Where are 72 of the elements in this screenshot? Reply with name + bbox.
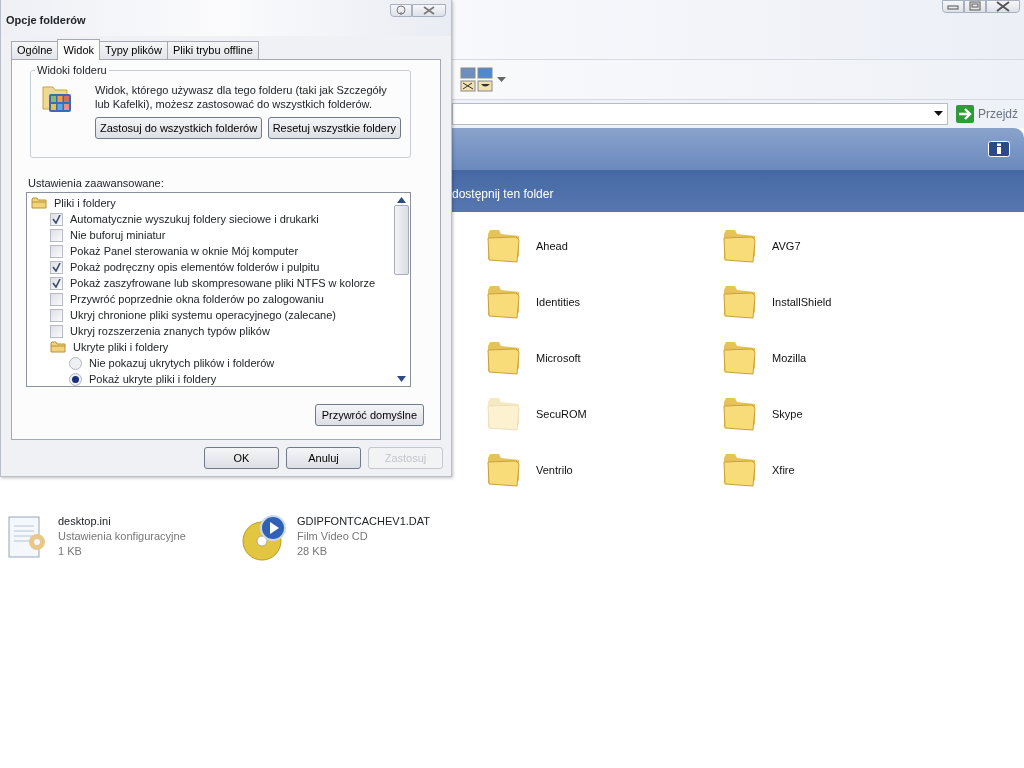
folder-name[interactable]: Ahead bbox=[536, 237, 568, 255]
scroll-thumb[interactable] bbox=[394, 205, 409, 275]
arrow-icon bbox=[956, 105, 974, 123]
help-button[interactable] bbox=[390, 4, 412, 17]
tree-label: Pliki i foldery bbox=[54, 195, 116, 211]
push-button[interactable]: Resetuj wszystkie foldery bbox=[267, 117, 402, 139]
folder-icon bbox=[50, 340, 66, 354]
folder-name[interactable]: Xfire bbox=[772, 461, 795, 479]
file-name[interactable]: desktop.ini bbox=[58, 514, 186, 529]
folder-name[interactable]: Mozilla bbox=[772, 349, 807, 367]
checkbox[interactable] bbox=[50, 324, 63, 338]
push-button[interactable]: Zastosuj do wszystkich folderów bbox=[95, 117, 263, 139]
radio-button[interactable] bbox=[69, 356, 82, 370]
file-type: Film Video CD bbox=[297, 529, 369, 544]
task-link[interactable]: dostępnij ten folder bbox=[452, 185, 554, 203]
option-label[interactable]: Pokaż ukryte pliki i foldery bbox=[89, 370, 217, 386]
option-label[interactable]: Pokaż Panel sterowania w oknie Mój komputer bbox=[70, 242, 299, 260]
caret-icon[interactable] bbox=[934, 111, 943, 117]
folder-name[interactable]: InstallShield bbox=[772, 293, 832, 311]
checkbox[interactable] bbox=[50, 244, 63, 258]
option-label[interactable]: Nie pokazuj ukrytych plików i folderów bbox=[89, 354, 275, 372]
go-button[interactable]: Przejdź bbox=[956, 105, 1018, 123]
folder-views-icon bbox=[41, 83, 73, 115]
dialog-button[interactable]: Anuluj bbox=[286, 447, 361, 469]
close-button[interactable] bbox=[412, 4, 446, 17]
tab[interactable]: Widok bbox=[57, 39, 101, 60]
radio-button[interactable] bbox=[69, 372, 82, 386]
option-label[interactable]: Pokaż podręczny opis elementów folderów i pulpitu bbox=[70, 258, 320, 276]
tab[interactable]: Pliki trybu offline bbox=[166, 41, 259, 59]
option-label[interactable]: Nie buforuj miniatur bbox=[70, 226, 166, 244]
scroll-down-icon[interactable] bbox=[397, 376, 406, 382]
file-name[interactable]: GDIPFONTCACHEV1.DAT bbox=[297, 514, 431, 529]
group-title: Widoki folderu bbox=[35, 64, 109, 77]
file-type: Ustawienia konfiguracyjne bbox=[58, 529, 186, 544]
address-field[interactable] bbox=[452, 103, 948, 125]
dialog-title: Opcje folderów bbox=[6, 13, 86, 28]
option-label[interactable]: Ukryj rozszerzenia znanych typów plików bbox=[70, 322, 270, 340]
group-description: Widok, którego używasz dla tego folderu (taki jak Szczegóły lub Kafelki), możesz zastosować do wszystkich folderów. bbox=[95, 83, 388, 111]
check-icon bbox=[52, 214, 61, 224]
file-size: 28 KB bbox=[297, 544, 328, 559]
folder-name[interactable]: AVG7 bbox=[772, 237, 801, 255]
folder-name[interactable]: Skype bbox=[772, 405, 803, 423]
checkbox[interactable] bbox=[50, 292, 63, 306]
close-button[interactable] bbox=[986, 0, 1020, 13]
views-icon[interactable] bbox=[460, 66, 494, 93]
folder-name[interactable]: SecuROM bbox=[536, 405, 587, 423]
section-label: Ustawienia zaawansowane: bbox=[28, 177, 165, 190]
tree-label: Ukryte pliki i foldery bbox=[73, 339, 169, 355]
folder-name[interactable]: Microsoft bbox=[536, 349, 581, 367]
option-label[interactable]: Przywróć poprzednie okna folderów po zalogowaniu bbox=[70, 290, 324, 308]
tab[interactable]: Ogólne bbox=[11, 41, 59, 59]
checkbox[interactable] bbox=[50, 260, 63, 274]
checkbox[interactable] bbox=[50, 308, 63, 322]
folder-icon bbox=[31, 196, 47, 210]
option-label[interactable]: Automatycznie wyszukuj foldery sieciowe i drukarki bbox=[70, 210, 319, 228]
file-size: 1 KB bbox=[58, 544, 83, 559]
minimize-button[interactable] bbox=[942, 0, 964, 13]
scroll-up-icon[interactable] bbox=[397, 197, 406, 203]
maximize-button[interactable] bbox=[964, 0, 986, 13]
disc-icon bbox=[241, 514, 287, 562]
info-icon[interactable] bbox=[988, 141, 1010, 157]
option-label[interactable]: Ukryj chronione pliki systemu operacyjnego (zalecane) bbox=[70, 306, 336, 324]
document-gear-icon bbox=[6, 514, 48, 560]
checkbox[interactable] bbox=[50, 276, 63, 290]
checkbox[interactable] bbox=[50, 228, 63, 242]
folder-name[interactable]: Identities bbox=[536, 293, 581, 311]
checkbox[interactable] bbox=[50, 212, 63, 226]
restore-defaults-button[interactable]: Przywróć domyślne bbox=[314, 404, 424, 426]
dialog-button[interactable]: OK bbox=[204, 447, 279, 469]
option-label[interactable]: Pokaż zaszyfrowane lub skompresowane pliki NTFS w kolorze bbox=[70, 274, 376, 292]
folder-name[interactable]: Ventrilo bbox=[536, 461, 573, 479]
tab[interactable]: Typy plików bbox=[99, 41, 168, 59]
